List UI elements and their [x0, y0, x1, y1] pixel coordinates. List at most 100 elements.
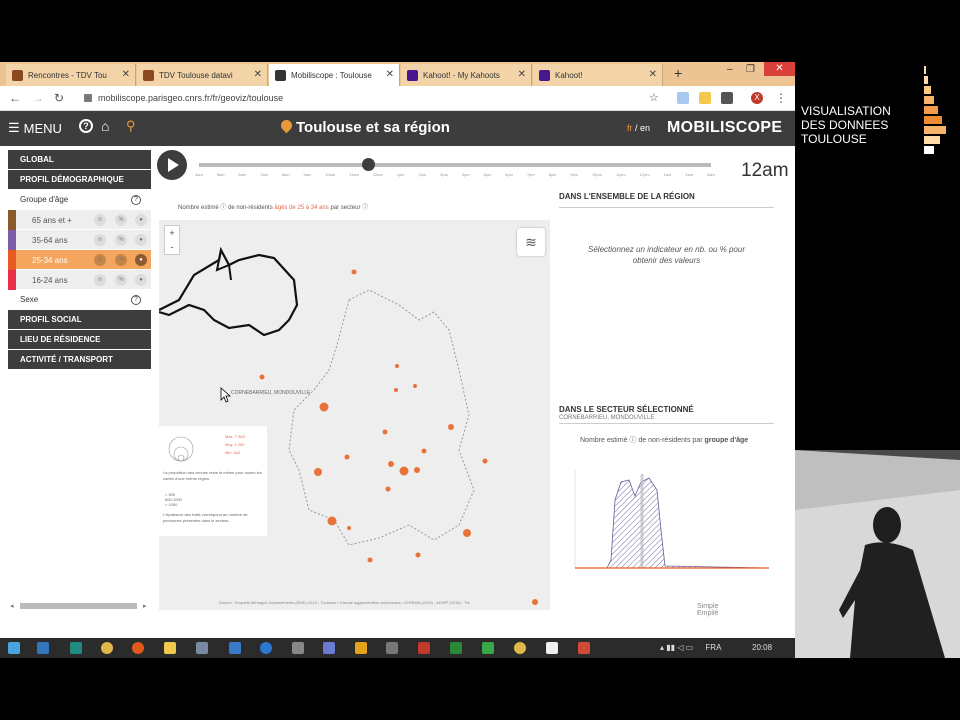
chrome-icon[interactable] [101, 642, 113, 654]
percent-button[interactable]: % [115, 254, 127, 266]
sector-circle[interactable] [351, 269, 357, 275]
help-icon[interactable]: ? [131, 195, 141, 205]
input-language[interactable]: FRA [705, 643, 721, 652]
timeline-knob[interactable] [361, 158, 375, 171]
selected-sector-outline[interactable] [159, 246, 299, 337]
scroll-thumb[interactable] [20, 603, 137, 609]
menu-lieu-residence[interactable]: LIEU DE RÉSIDENCE [8, 330, 151, 349]
scroll-right-icon[interactable]: ▸ [143, 602, 147, 610]
close-tab-icon[interactable]: ✕ [386, 69, 394, 80]
app-icon[interactable] [260, 642, 272, 654]
layers-icon[interactable]: ≋ [517, 228, 545, 256]
timeline-tick[interactable]: 2am [685, 172, 693, 177]
forward-icon[interactable]: → [32, 91, 44, 105]
sector-circle[interactable] [314, 468, 322, 476]
percent-button[interactable]: % [115, 274, 127, 286]
ie-icon[interactable] [37, 642, 49, 654]
sector-circle[interactable] [448, 424, 454, 430]
extension-icon[interactable] [677, 92, 689, 104]
menu-profil-demographique[interactable]: PROFIL DÉMOGRAPHIQUE [8, 170, 151, 189]
chrome-icon[interactable] [514, 642, 526, 654]
language-switch[interactable]: fr / en [627, 123, 650, 133]
sector-circle[interactable] [327, 516, 337, 526]
folder-icon[interactable] [164, 642, 176, 654]
app-icon[interactable] [450, 642, 462, 654]
scroll-left-icon[interactable]: ◂ [10, 602, 14, 610]
timeline-tick[interactable]: 2pm [418, 172, 426, 177]
timeline-tick[interactable]: 3am [707, 172, 715, 177]
timeline-tick[interactable]: 12am [373, 172, 383, 177]
app-icon[interactable] [482, 642, 494, 654]
timeline-tick[interactable]: 4pm [462, 172, 470, 177]
timeline-tick[interactable]: 4am [195, 172, 203, 177]
timeline-tick[interactable]: 12pm [640, 172, 650, 177]
tab-rencontres[interactable]: Rencontres - TDV Tou ✕ [6, 64, 136, 86]
profile-avatar[interactable]: X [751, 92, 763, 104]
count-button[interactable]: n [94, 274, 106, 286]
tab-tdv[interactable]: TDV Toulouse datavi ✕ [137, 64, 268, 86]
age-row-35-64[interactable]: 35-64 ans n % ● [8, 230, 151, 250]
timeline-tick[interactable]: 7pm [527, 172, 535, 177]
back-icon[interactable]: ← [9, 91, 21, 105]
close-tab-icon[interactable]: ✕ [122, 69, 130, 80]
app-icon[interactable] [578, 642, 590, 654]
sector-circle[interactable] [319, 402, 329, 412]
search-icon[interactable]: ⚲ [126, 118, 136, 134]
count-button[interactable]: n [94, 214, 106, 226]
close-tab-icon[interactable]: ✕ [518, 69, 526, 80]
start-icon[interactable] [8, 642, 20, 654]
flow-button[interactable]: ● [135, 214, 147, 226]
timeline-tick[interactable]: 6am [238, 172, 246, 177]
url-input[interactable]: mobiliscope.parisgeo.cnrs.fr/fr/geoviz/t… [98, 93, 283, 103]
sector-circle[interactable] [347, 526, 351, 530]
app-icon[interactable] [70, 642, 82, 654]
zoom-out-button[interactable]: - [165, 240, 179, 254]
tray-icons[interactable]: ▴ ▮▮ ◁ ▭ [660, 643, 695, 652]
flow-button[interactable]: ● [135, 254, 147, 266]
timeline-tick[interactable]: 1am [664, 172, 672, 177]
timeline-tick[interactable]: 11am [349, 172, 359, 177]
app-icon[interactable] [323, 642, 335, 654]
firefox-icon[interactable] [132, 642, 144, 654]
age-row-65plus[interactable]: 65 ans et + n % ● [8, 210, 151, 230]
flow-button[interactable]: ● [135, 234, 147, 246]
flow-button[interactable]: ● [135, 274, 147, 286]
map-canvas[interactable]: + - ≋ CORNEBARRIEU, MONDOUVILLE Max. 7 3… [159, 220, 550, 610]
home-icon[interactable]: ⌂ [101, 118, 109, 134]
extension-icon[interactable] [699, 92, 711, 104]
menu-activite-transport[interactable]: ACTIVITÉ / TRANSPORT [8, 350, 151, 369]
help-icon[interactable]: ? [79, 119, 93, 133]
percent-button[interactable]: % [115, 214, 127, 226]
sector-area-chart[interactable] [559, 460, 774, 580]
sector-circle[interactable] [382, 429, 388, 435]
timeline-tick[interactable]: 11pm [616, 172, 626, 177]
app-icon[interactable] [196, 642, 208, 654]
new-tab-icon[interactable]: + [674, 65, 682, 81]
zoom-control[interactable]: + - [164, 225, 180, 255]
mode-empile[interactable]: Empilé [697, 610, 718, 617]
app-icon[interactable] [546, 642, 558, 654]
sector-circle[interactable] [463, 529, 471, 537]
close-tab-icon[interactable]: ✕ [649, 69, 657, 80]
count-button[interactable]: n [94, 234, 106, 246]
minimize-icon[interactable]: – [727, 64, 733, 75]
sexe-title[interactable]: Sexe? [8, 290, 151, 310]
timeline-tick[interactable]: 7am [260, 172, 268, 177]
close-window-icon[interactable]: ✕ [764, 62, 795, 76]
count-button[interactable]: n [94, 254, 106, 266]
play-button[interactable] [157, 150, 187, 180]
app-icon[interactable] [418, 642, 430, 654]
percent-button[interactable]: % [115, 234, 127, 246]
sector-circle[interactable] [414, 467, 420, 473]
bookmark-star-icon[interactable]: ☆ [649, 91, 659, 104]
sector-circle[interactable] [532, 599, 538, 605]
tab-kahoot-my[interactable]: Kahoot! - My Kahoots ✕ [401, 64, 532, 86]
reload-icon[interactable]: ↻ [54, 91, 64, 105]
age-row-16-24[interactable]: 16-24 ans n % ● [8, 270, 151, 290]
sector-circle[interactable] [388, 461, 394, 467]
tab-kahoot[interactable]: Kahoot! ✕ [533, 64, 663, 86]
extension-icon[interactable] [721, 92, 733, 104]
menu-button[interactable]: ☰ MENU [8, 120, 62, 136]
timeline-tick[interactable]: 9pm [570, 172, 578, 177]
tab-mobiliscope[interactable]: Mobiliscope : Toulouse ✕ [269, 64, 400, 86]
